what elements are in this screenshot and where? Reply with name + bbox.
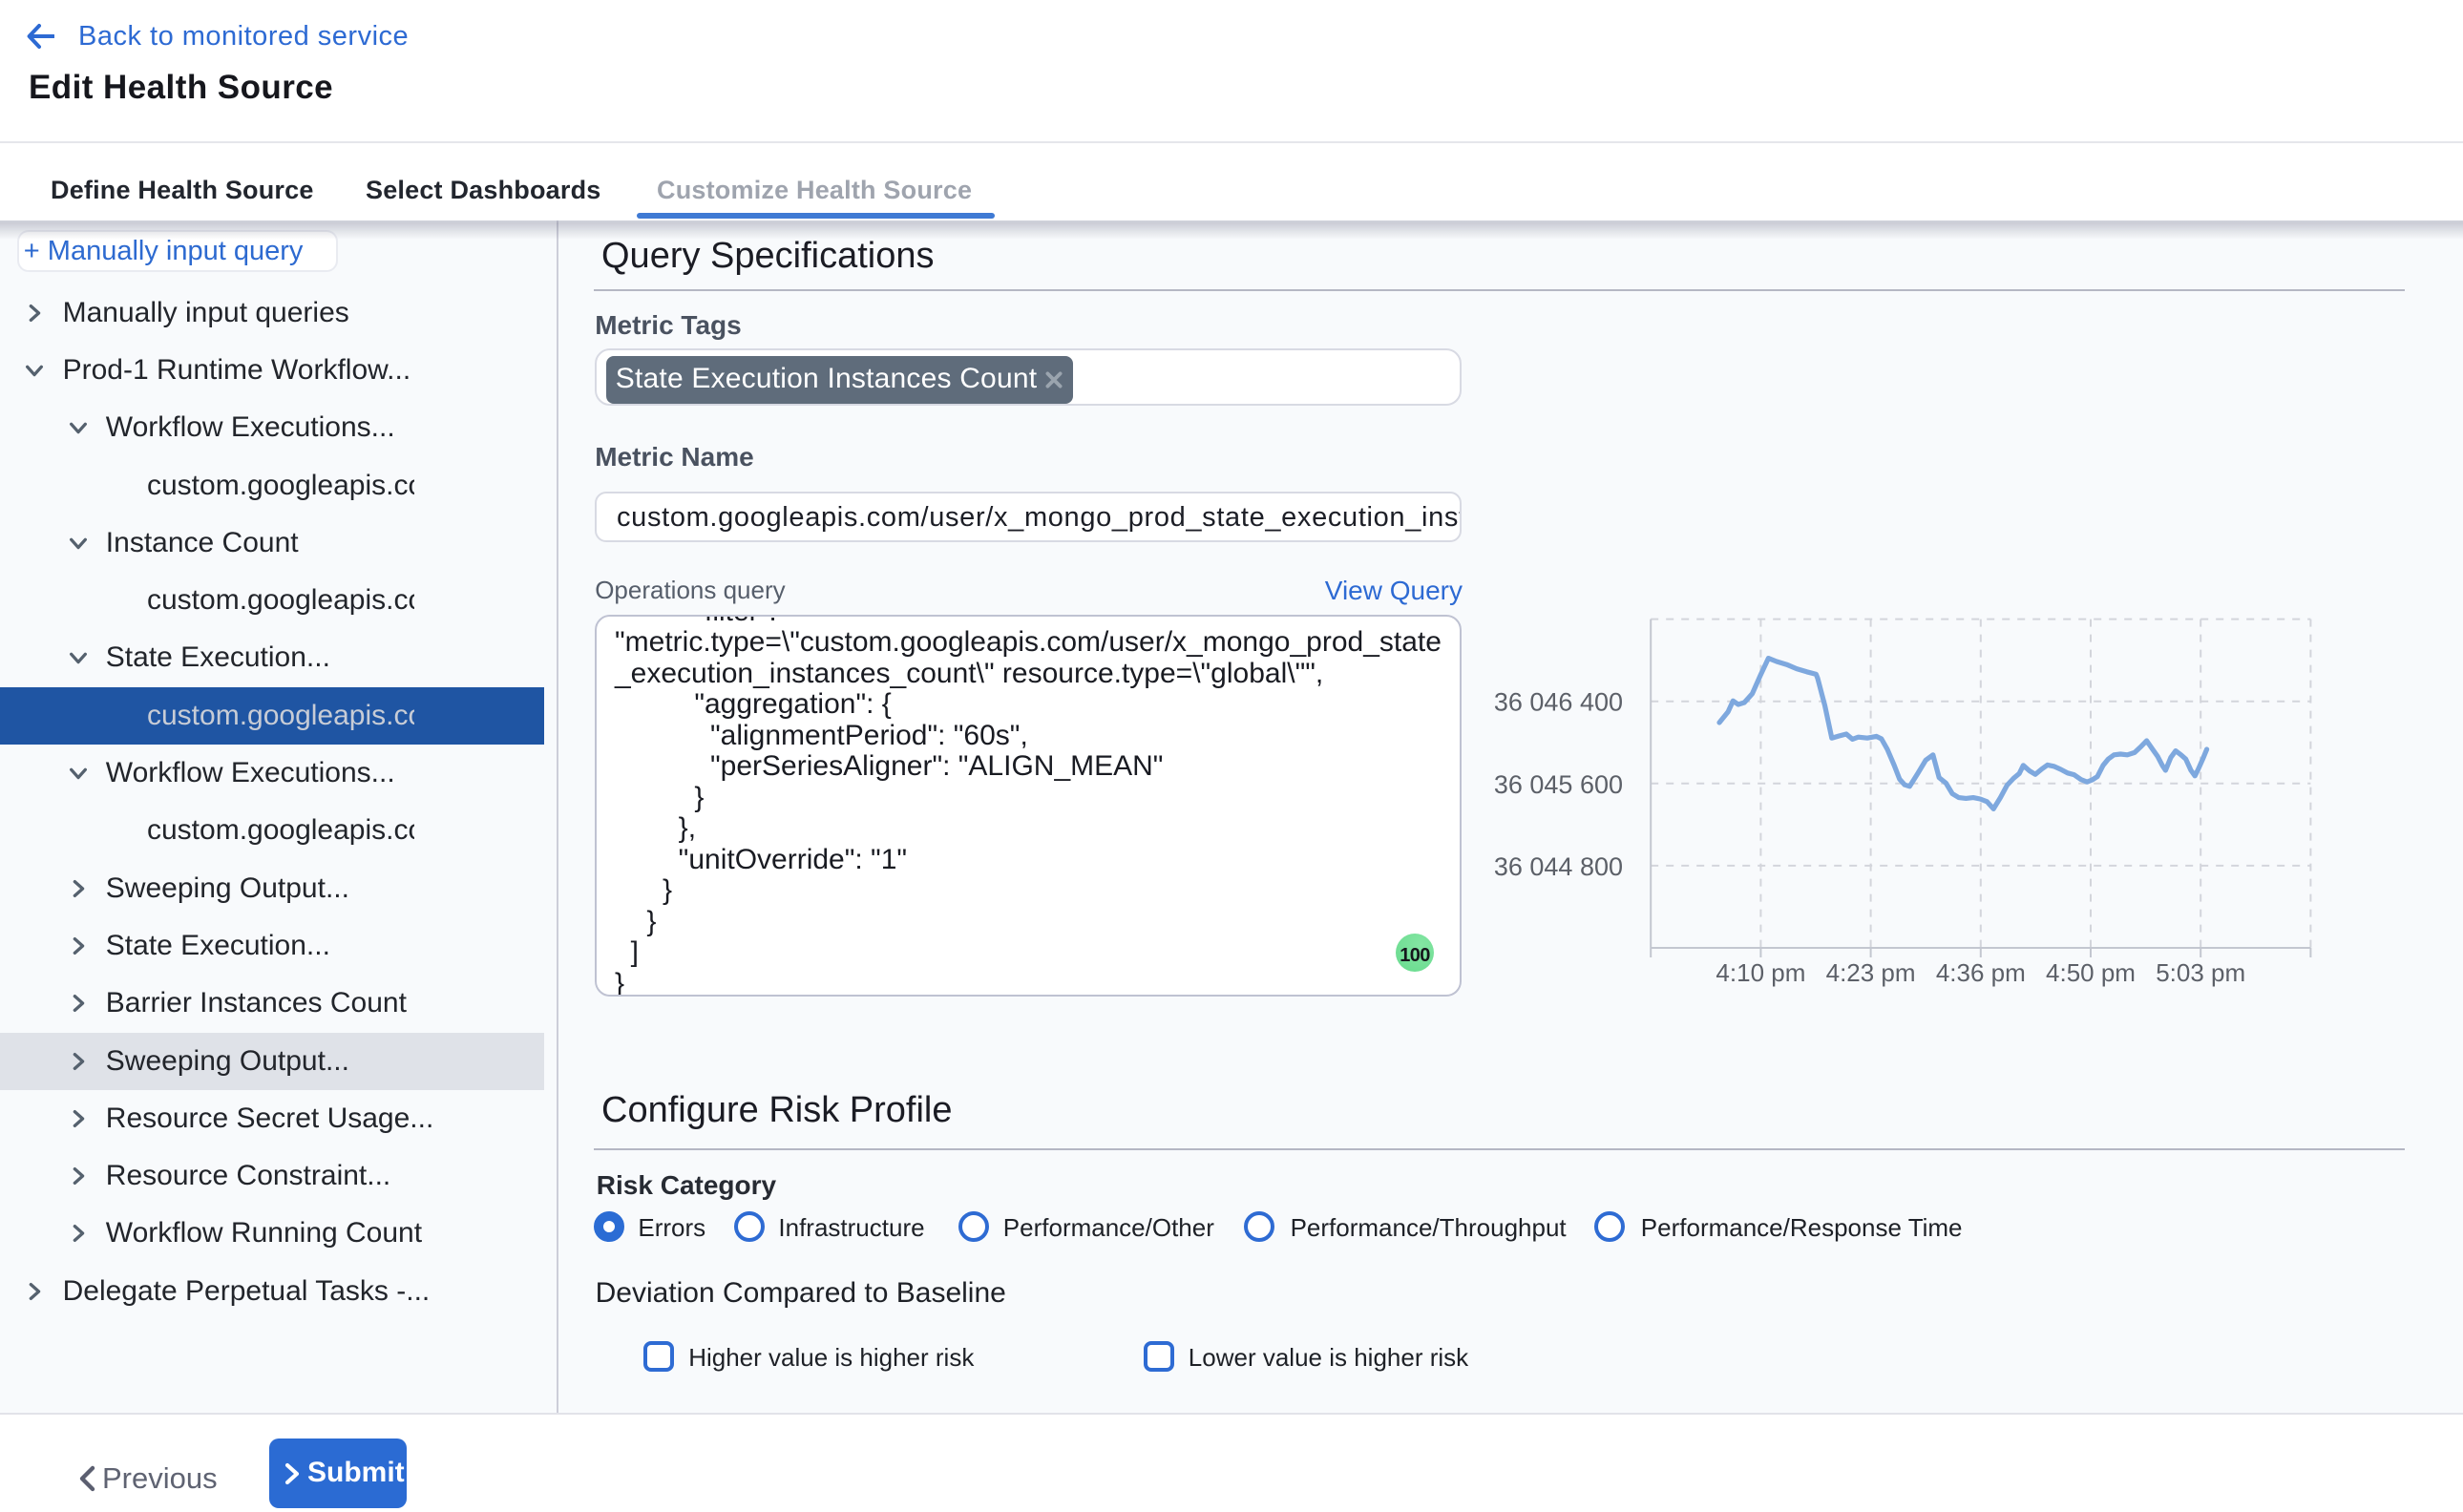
svg-text:4:23 pm: 4:23 pm (1826, 958, 1916, 987)
svg-text:4:36 pm: 4:36 pm (1936, 958, 2026, 987)
svg-text:4:10 pm: 4:10 pm (1716, 958, 1805, 987)
svg-text:5:03 pm: 5:03 pm (2156, 958, 2245, 987)
svg-text:36 046 400: 36 046 400 (1494, 688, 1623, 717)
svg-text:36 045 600: 36 045 600 (1494, 770, 1623, 799)
svg-text:4:50 pm: 4:50 pm (2046, 958, 2136, 987)
svg-text:36 044 800: 36 044 800 (1494, 852, 1623, 881)
